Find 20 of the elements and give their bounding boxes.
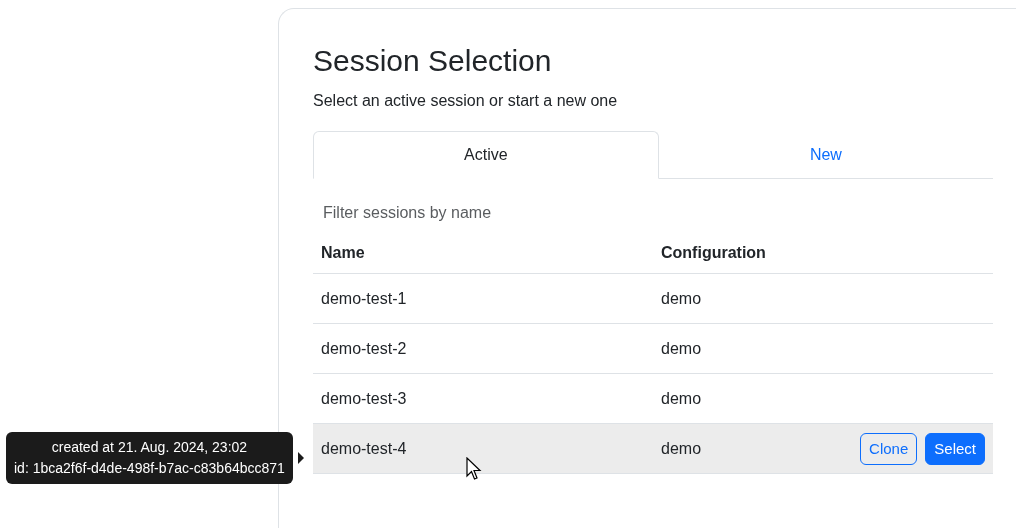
column-header: Name xyxy=(313,233,653,274)
column-header: Configuration xyxy=(653,233,810,274)
page-subtitle: Select an active session or start a new one xyxy=(313,91,619,111)
tab[interactable]: New xyxy=(658,131,993,179)
table-cell: demo xyxy=(653,273,810,324)
tab[interactable]: Active xyxy=(313,131,659,179)
action-button[interactable]: Clone xyxy=(860,432,918,465)
tooltip-arrow xyxy=(298,452,304,464)
table-cell: demo-test-4 xyxy=(313,423,653,474)
table-cell: demo xyxy=(653,423,810,474)
page-title: Session Selection xyxy=(313,43,553,79)
cursor-icon xyxy=(466,457,482,481)
table-cell: demo-test-2 xyxy=(313,323,653,374)
table-cell: demo-test-3 xyxy=(313,373,653,424)
table-cell: demo xyxy=(653,373,810,424)
table-cell: demo xyxy=(653,323,810,374)
table-cell: demo-test-1 xyxy=(313,273,653,324)
action-button[interactable]: Select xyxy=(925,432,985,465)
tooltip-line: created at 21. Aug. 2024, 23:02 xyxy=(50,438,249,457)
tooltip-line: id: 1bca2f6f-d4de-498f-b7ac-c83b64bcc871 xyxy=(14,459,285,478)
